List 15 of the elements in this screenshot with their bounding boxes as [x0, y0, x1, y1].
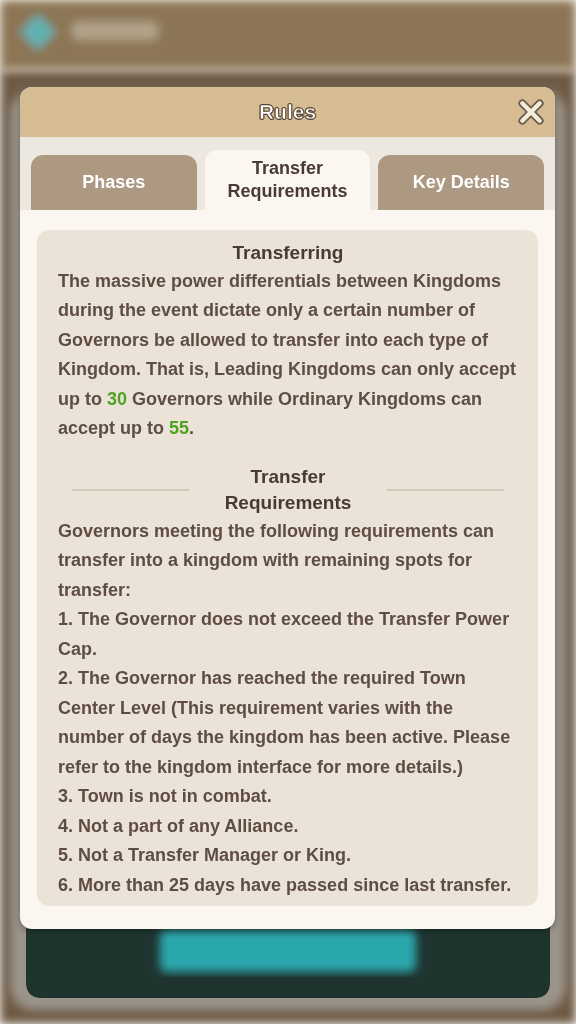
rule-text: 6. More than 25 days have passed since last transfer. — [58, 873, 513, 897]
section-heading: Transferring — [231, 241, 345, 265]
rule-text: 1. The Governor does not exceed the Transfer Power Cap. — [58, 608, 511, 661]
close-icon[interactable] — [518, 99, 544, 125]
rule-text: 5. Not a Transfer Manager or King. — [58, 844, 353, 868]
tab[interactable]: Phases — [31, 155, 197, 210]
rule-text: 2. The Governor has reached the required Town Center Level (This requirement varies with the number of days the kingdom has been active. Please refer to the kingdom interface for more details.) — [58, 667, 512, 779]
rule-text: 4. Not a part of any Alliance. — [58, 814, 300, 838]
tab[interactable]: Transfer Requirements — [204, 150, 371, 210]
dialog-title: Rules — [258, 100, 317, 124]
rule-text: The massive power differentials between Kingdoms during the event dictate only a certain number of Governors be allowed to transfer into each type of Kingdom. That is, Leading Kingdoms can only accept up to 30 Governors while Ordinary Kingdoms can accept up to 55. — [58, 269, 518, 441]
rule-text: Governors meeting the following requirements can transfer into a kingdom with remaining spots for transfer: — [58, 519, 496, 602]
rule-text: 3. Town is not in combat. — [58, 785, 273, 809]
section-heading: Transfer Requirements — [223, 464, 353, 516]
tab[interactable]: Key Details — [378, 155, 544, 210]
